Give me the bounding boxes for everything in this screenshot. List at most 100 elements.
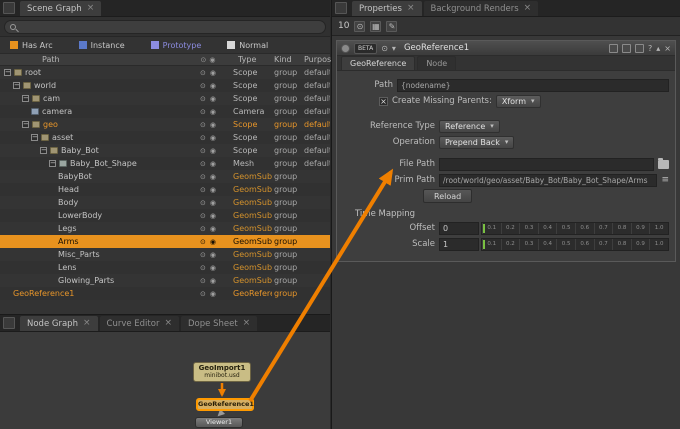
tree-row-LowerBody[interactable]: LowerBody⊙◉GeomSubsetgroup	[0, 209, 330, 222]
eye-icon[interactable]: ◉	[209, 56, 215, 64]
pin-icon[interactable]: ⊙	[200, 238, 206, 246]
eye-icon[interactable]: ◉	[210, 108, 216, 116]
checkbox-checked-icon[interactable]: ×	[379, 96, 388, 106]
node-georeference1[interactable]: GeoReference1	[196, 398, 254, 411]
node-graph-canvas[interactable]: GeoImport1 minibot.usd GeoReference1 Vie…	[0, 332, 330, 429]
pin-icon[interactable]: ⊙	[200, 225, 206, 233]
caret-down-icon[interactable]: ▾	[392, 44, 396, 53]
tree-row-cam[interactable]: − cam ⊙ ◉ Scope group default	[0, 92, 330, 105]
tab-node[interactable]: Node	[417, 56, 457, 70]
pin-icon[interactable]: ⊙	[200, 82, 206, 90]
close-icon[interactable]: ×	[87, 4, 95, 13]
search-box[interactable]	[4, 19, 326, 34]
eye-icon[interactable]: ◉	[210, 121, 216, 129]
path-field[interactable]: {nodename}	[397, 78, 669, 92]
prim-path-field[interactable]: /root/world/geo/asset/Baby_Bot/Baby_Bot_…	[439, 173, 658, 187]
column-header-purpose[interactable]: Purpose	[304, 55, 336, 64]
gear-icon[interactable]	[341, 43, 350, 53]
offset-timeline-slider[interactable]: 0.1 0.2 0.3 0.4 0.5 0.6 0.7 0.8 0.9 1.0	[481, 221, 669, 235]
close-icon[interactable]: ×	[664, 44, 671, 53]
collapse-icon[interactable]: ▴	[656, 44, 660, 53]
pin-icon[interactable]: ⊙	[200, 199, 206, 207]
eye-icon[interactable]: ◉	[210, 277, 216, 285]
eye-icon[interactable]: ◉	[210, 69, 216, 77]
pin-icon[interactable]: ⊙	[200, 160, 206, 168]
eye-icon[interactable]: ◉	[210, 251, 216, 259]
expander-icon[interactable]: −	[22, 95, 29, 102]
expander-icon[interactable]: −	[22, 121, 29, 128]
eye-icon[interactable]: ◉	[210, 186, 216, 194]
pin-icon[interactable]: ⊙	[200, 69, 206, 77]
expander-icon[interactable]: −	[4, 69, 11, 76]
pin-icon[interactable]: ⊙	[200, 108, 206, 116]
tree-row-Arms[interactable]: Arms⊙◉GeomSubsetgroup	[0, 235, 330, 248]
eye-icon[interactable]: ◉	[210, 173, 216, 181]
eye-icon[interactable]: ◉	[210, 264, 216, 272]
eye-icon[interactable]: ◉	[210, 134, 216, 142]
expander-icon[interactable]: −	[40, 147, 47, 154]
tree-row-camera[interactable]: camera ⊙ ◉ Camera group default	[0, 105, 330, 118]
eye-icon[interactable]: ◉	[210, 82, 216, 90]
tree-row-world[interactable]: − world ⊙ ◉ Scope group default	[0, 79, 330, 92]
tab-node-graph[interactable]: Node Graph ×	[20, 316, 98, 331]
pin-icon[interactable]: ⊙	[354, 20, 366, 32]
tree-row-geo[interactable]: − geo ⊙ ◉ Scope group default	[0, 118, 330, 131]
pin-icon[interactable]: ⊙	[200, 121, 206, 129]
eye-icon[interactable]: ◉	[210, 147, 216, 155]
file-path-field[interactable]	[439, 157, 654, 171]
column-header-type[interactable]: Type	[228, 55, 272, 64]
tab-scene-graph[interactable]: Scene Graph ×	[20, 1, 102, 16]
create-missing-parents-dropdown[interactable]: Xform ▾	[495, 94, 541, 108]
layout-icon[interactable]	[622, 43, 632, 53]
tree-row-Head[interactable]: Head⊙◉GeomSubsetgroup	[0, 183, 330, 196]
expander-icon[interactable]: −	[31, 134, 38, 141]
folder-icon[interactable]	[658, 157, 669, 169]
reference-type-dropdown[interactable]: Reference ▾	[439, 119, 500, 133]
eye-icon[interactable]: ◉	[210, 160, 216, 168]
pin-icon[interactable]: ⊙	[200, 134, 206, 142]
tab-georeference[interactable]: GeoReference	[341, 56, 416, 70]
close-icon[interactable]: ×	[524, 4, 532, 13]
tab-properties[interactable]: Properties ×	[352, 1, 422, 16]
expander-icon[interactable]: −	[49, 160, 56, 167]
pin-icon[interactable]: ⊙	[200, 186, 206, 194]
pin-icon[interactable]: ⊙	[200, 212, 206, 220]
scale-field[interactable]: 1	[439, 237, 479, 251]
panel-menu-icon[interactable]	[335, 1, 347, 14]
layout-icon[interactable]	[635, 43, 645, 53]
eye-icon[interactable]: ◉	[210, 212, 216, 220]
tree-row-Glowing_Parts[interactable]: Glowing_Parts⊙◉GeomSubsetgroup	[0, 274, 330, 287]
pin-icon[interactable]: ⊙	[201, 56, 207, 64]
operation-dropdown[interactable]: Prepend Back ▾	[439, 135, 515, 149]
tree-row-root[interactable]: − root ⊙ ◉ Scope group default	[0, 66, 330, 79]
scenegraph-picker-icon[interactable]: ≡	[661, 175, 669, 185]
pin-icon[interactable]: ⊙	[200, 95, 206, 103]
close-icon[interactable]: ×	[83, 319, 91, 328]
tab-dope-sheet[interactable]: Dope Sheet ×	[181, 316, 258, 331]
eye-icon[interactable]: ◉	[210, 238, 216, 246]
close-icon[interactable]: ×	[164, 319, 172, 328]
eye-icon[interactable]: ◉	[210, 290, 216, 298]
scale-timeline-slider[interactable]: 0.1 0.2 0.3 0.4 0.5 0.6 0.7 0.8 0.9 1.0	[481, 237, 669, 251]
tree-row-Misc_Parts[interactable]: Misc_Parts⊙◉GeomSubsetgroup	[0, 248, 330, 261]
pencil-icon[interactable]: ✎	[386, 20, 398, 32]
tree-row-Baby_Bot[interactable]: − Baby_Bot ⊙ ◉ Scope group default	[0, 144, 330, 157]
pin-icon[interactable]: ⊙	[200, 251, 206, 259]
dot-icon[interactable]: ⊙	[381, 44, 388, 53]
frame-number[interactable]: 10	[338, 21, 349, 31]
tree-row-Lens[interactable]: Lens⊙◉GeomSubsetgroup	[0, 261, 330, 274]
column-header-path[interactable]: Path	[0, 55, 188, 64]
eye-icon[interactable]: ◉	[210, 225, 216, 233]
tree-row-Baby_Bot_Shape[interactable]: − Baby_Bot_Shape ⊙ ◉ Mesh group default	[0, 157, 330, 170]
tab-background-renders[interactable]: Background Renders ×	[423, 1, 539, 16]
column-header-kind[interactable]: Kind	[272, 55, 304, 64]
pin-icon[interactable]: ⊙	[200, 277, 206, 285]
tree-row-Legs[interactable]: Legs⊙◉GeomSubsetgroup	[0, 222, 330, 235]
close-icon[interactable]: ×	[243, 319, 251, 328]
eye-icon[interactable]: ◉	[210, 95, 216, 103]
tab-curve-editor[interactable]: Curve Editor ×	[99, 316, 179, 331]
panel-menu-icon[interactable]	[3, 316, 15, 329]
offset-field[interactable]: 0	[439, 221, 479, 235]
close-icon[interactable]: ×	[407, 4, 415, 13]
search-input[interactable]	[20, 22, 320, 31]
